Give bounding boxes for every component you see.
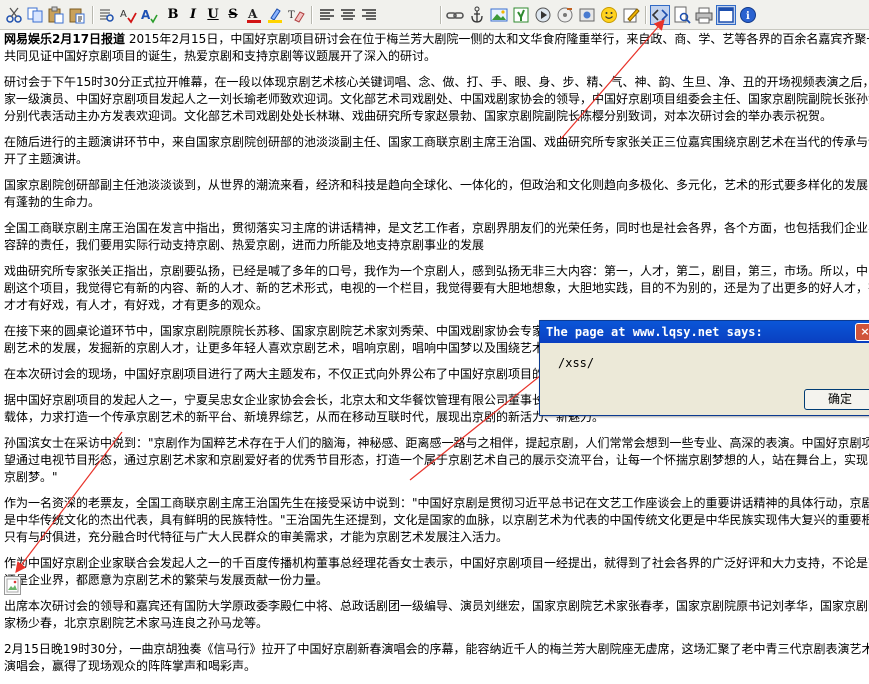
alert-dialog: The page at www.lqsy.net says: × /xss/ 确…	[539, 320, 869, 416]
paragraph: 作为一名资深的老票友，全国工商联京剧主席王治国先生在接受采访中说到："中国好京剧…	[4, 496, 869, 544]
smiley-icon[interactable]	[599, 5, 619, 25]
svg-text:i: i	[746, 11, 750, 22]
alert-message: /xss/	[558, 356, 595, 370]
music-icon[interactable]	[555, 5, 575, 25]
paragraph: 2月15日晚19时30分，一曲京胡独奏《信马行》拉开了中国好京剧新春演唱会的序幕…	[4, 642, 869, 673]
editor-toolbar: A A B I U S A T i	[0, 0, 869, 30]
paste-icon[interactable]	[46, 5, 66, 25]
anchor-icon[interactable]	[467, 5, 487, 25]
media-icon[interactable]	[533, 5, 553, 25]
svg-text:A: A	[141, 8, 151, 22]
paragraph: 研讨会于下午15时30分正式拉开帷幕，在一段以体现京剧艺术核心关键词唱、念、做、…	[4, 75, 869, 123]
strikethrough-icon[interactable]: S	[223, 5, 243, 25]
svg-text:A: A	[120, 9, 127, 20]
cut-icon[interactable]	[4, 5, 24, 25]
image-icon[interactable]	[489, 5, 509, 25]
toolbar-separator	[311, 6, 313, 24]
svg-text:T: T	[288, 10, 295, 21]
alert-title-bar[interactable]: The page at www.lqsy.net says: ×	[540, 321, 869, 343]
font-color-icon[interactable]: A	[244, 5, 264, 25]
align-right-icon[interactable]	[359, 5, 379, 25]
source-code-icon[interactable]	[650, 5, 670, 25]
underline-icon[interactable]: U	[203, 5, 223, 25]
close-icon[interactable]: ×	[855, 323, 869, 341]
toolbar-separator	[645, 6, 647, 24]
paragraph: 出席本次研讨会的领导和嘉宾还有国防大学原政委李殿仁中将、总政话剧团一级编导、演员…	[4, 599, 869, 630]
spellcheck-icon[interactable]: A	[118, 5, 138, 25]
paragraph: 在随后进行的主题演讲环节中，来自国家京剧院创研部的池淡淡副主任、国家工商联京剧主…	[4, 135, 869, 166]
about-icon[interactable]: i	[738, 5, 758, 25]
print-icon[interactable]	[694, 5, 714, 25]
bold-icon[interactable]: B	[163, 5, 183, 25]
align-center-icon[interactable]	[338, 5, 358, 25]
headline: 网易娱乐2月17日报道	[4, 32, 126, 46]
link-icon[interactable]	[445, 5, 465, 25]
find-icon[interactable]	[97, 5, 117, 25]
flash-icon[interactable]	[511, 5, 531, 25]
media-player-icon[interactable]	[577, 5, 597, 25]
align-left-icon[interactable]	[317, 5, 337, 25]
copy-icon[interactable]	[25, 5, 45, 25]
toolbar-separator	[92, 6, 94, 24]
broken-image-icon[interactable]	[4, 576, 21, 595]
ok-button[interactable]: 确定	[804, 389, 869, 410]
spelling-icon[interactable]: A	[139, 5, 159, 25]
paragraph: 网易娱乐2月17日报道 2015年2月15日，中国好京剧项目研讨会在位于梅兰芳大…	[4, 32, 869, 63]
paragraph: 戏曲研究所专家张关正指出，京剧要弘扬，已经是喊了多年的口号，我作为一个京剧人，感…	[4, 264, 869, 312]
paste-text-icon[interactable]	[67, 5, 87, 25]
svg-text:A: A	[247, 7, 258, 21]
eraser-icon[interactable]: T	[286, 5, 306, 25]
italic-icon[interactable]: I	[183, 5, 203, 25]
paragraph: 作为中国好京剧企业家联合会发起人之一的千百度传播机构董事总经理花香女士表示，中国…	[4, 556, 869, 587]
toolbar-separator	[440, 6, 442, 24]
paragraph: 全国工商联京剧主席王治国在发言中指出，贯彻落实习主席的讲话精神，是文艺工作者，京…	[4, 221, 869, 252]
paragraph: 国家京剧院创研部副主任池淡淡谈到，从世界的潮流来看，经济和科技是趋向全球化、一体…	[4, 178, 869, 209]
preview-icon[interactable]	[672, 5, 692, 25]
alert-title: The page at www.lqsy.net says:	[546, 325, 763, 339]
edit-icon[interactable]	[621, 5, 641, 25]
fullscreen-icon[interactable]	[716, 5, 736, 25]
paragraph: 孙国滨女士在采访中说到："京剧作为国粹艺术存在于人们的脑海，神秘感、距离感一路与…	[4, 436, 869, 484]
highlight-icon[interactable]	[265, 5, 285, 25]
